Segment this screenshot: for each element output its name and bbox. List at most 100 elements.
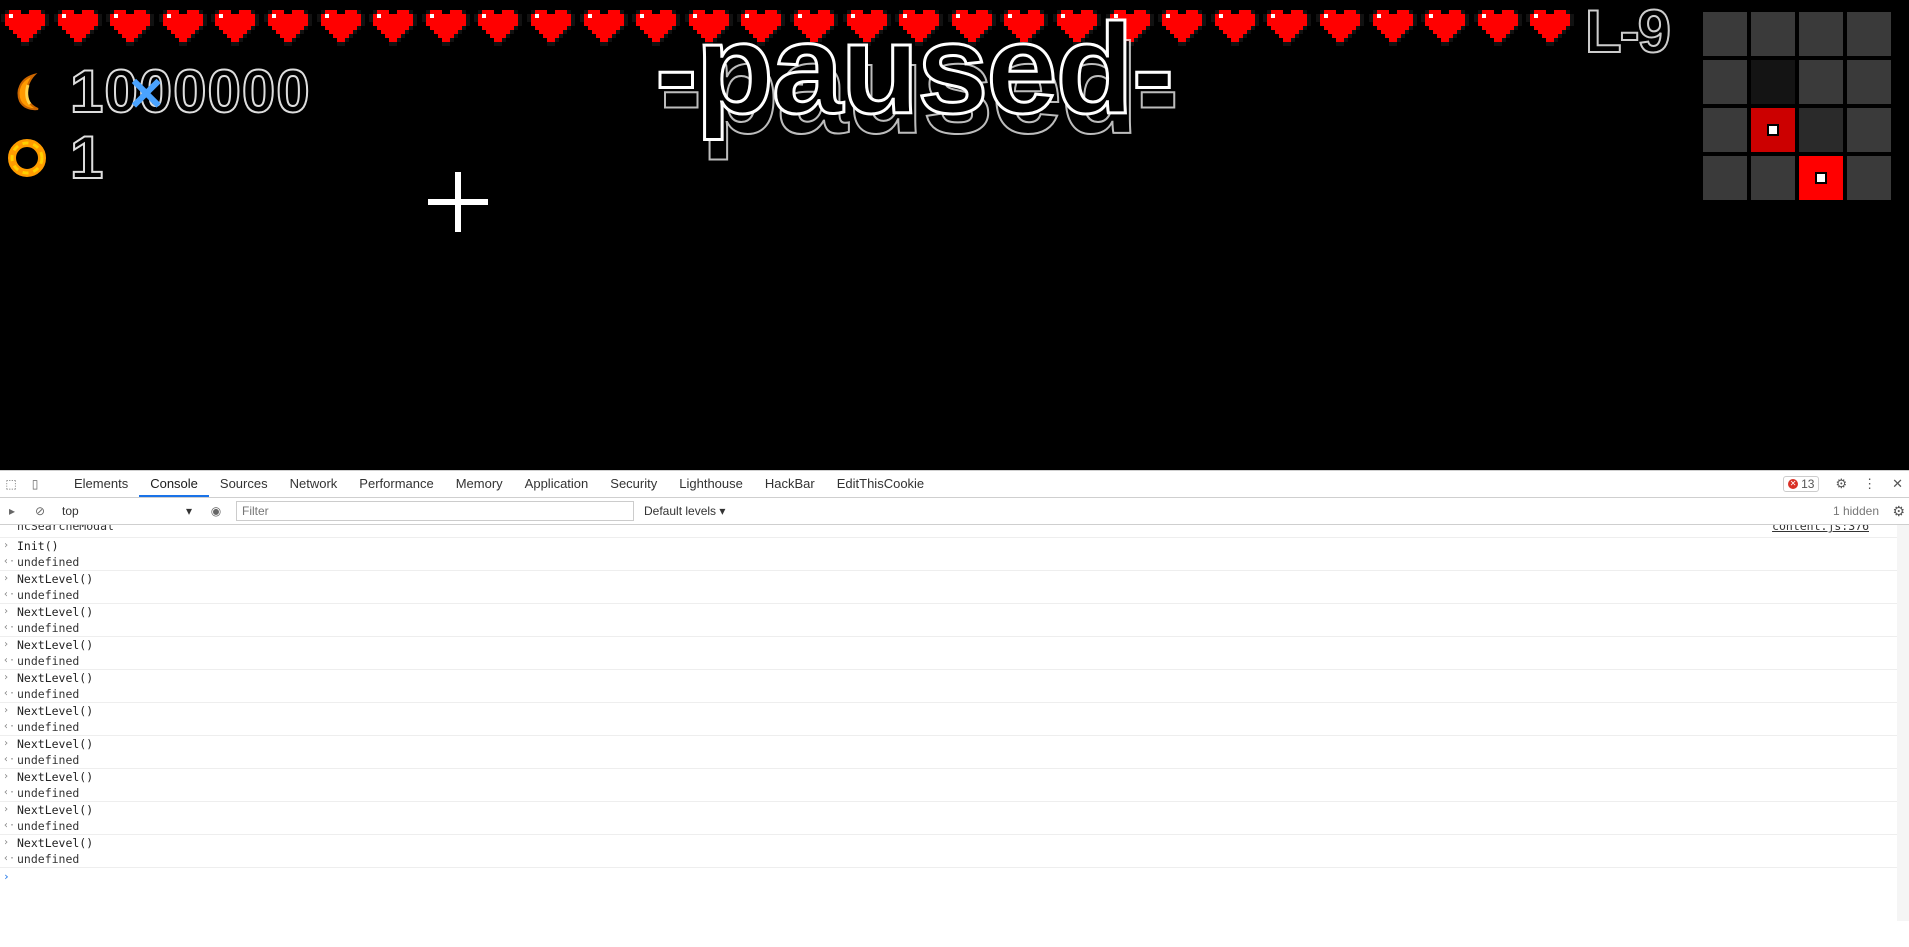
console-result-line: ‹· undefined bbox=[0, 554, 1909, 570]
minimap-room bbox=[1847, 60, 1891, 104]
room-marker-icon bbox=[1767, 124, 1779, 136]
input-caret-icon: › bbox=[3, 606, 10, 617]
minimap-room bbox=[1703, 156, 1747, 200]
minimap bbox=[1703, 12, 1891, 200]
console-entries: › Init() ‹· undefined › NextLevel() ‹· undefine… bbox=[0, 538, 1909, 868]
tab-console[interactable]: Console bbox=[139, 471, 209, 497]
console-result-text: undefined bbox=[17, 621, 80, 635]
input-caret-icon: › bbox=[3, 540, 10, 551]
source-link[interactable]: content.js:376 bbox=[1772, 525, 1869, 533]
console-input-text: NextLevel() bbox=[17, 737, 94, 751]
tab-memory[interactable]: Memory bbox=[445, 471, 514, 497]
eye-icon[interactable]: ◉ bbox=[208, 503, 224, 519]
console-input-text: NextLevel() bbox=[17, 638, 94, 652]
more-options-icon[interactable]: ⋮ bbox=[1863, 476, 1876, 492]
tab-network[interactable]: Network bbox=[279, 471, 349, 497]
minimap-room bbox=[1703, 12, 1747, 56]
tab-security[interactable]: Security bbox=[599, 471, 668, 497]
console-input-text: NextLevel() bbox=[17, 605, 94, 619]
console-entry: › NextLevel() ‹· undefined bbox=[0, 670, 1909, 703]
console-input-line: › NextLevel() bbox=[0, 736, 1909, 752]
tab-performance[interactable]: Performance bbox=[348, 471, 444, 497]
console-entry: › NextLevel() ‹· undefined bbox=[0, 736, 1909, 769]
minimap-room bbox=[1799, 156, 1843, 200]
console-result-line: ‹· undefined bbox=[0, 752, 1909, 768]
console-output: ncSearcheModal content.js:376 › Init() ‹· u… bbox=[0, 525, 1909, 921]
pixel-heart-icon bbox=[106, 5, 155, 47]
hidden-count: 1 hidden bbox=[1832, 504, 1879, 518]
console-result-line: ‹· undefined bbox=[0, 851, 1909, 867]
console-input-text: Init() bbox=[17, 539, 59, 553]
result-arrow-icon: ‹· bbox=[3, 622, 16, 633]
error-icon: ✕ bbox=[1788, 479, 1799, 489]
minimap-room bbox=[1847, 108, 1891, 152]
console-input-line: › Init() bbox=[0, 538, 1909, 554]
tab-sources[interactable]: Sources bbox=[209, 471, 279, 497]
console-toolbar: ▸ ⊘ top ▾ ◉ Default levels ▾ 1 hidden ⚙ bbox=[0, 498, 1909, 525]
console-input-line: › NextLevel() bbox=[0, 670, 1909, 686]
sidebar-toggle-icon[interactable]: ▸ bbox=[4, 503, 20, 519]
result-arrow-icon: ‹· bbox=[3, 556, 16, 567]
dropdown-arrow-icon: ▾ bbox=[185, 504, 192, 518]
minimap-room bbox=[1751, 60, 1795, 104]
pixel-heart-icon bbox=[1316, 5, 1364, 47]
pixel-heart-icon bbox=[1421, 5, 1470, 47]
pixel-heart-icon bbox=[1526, 5, 1575, 47]
pixel-heart-icon bbox=[421, 5, 470, 47]
console-input-text: NextLevel() bbox=[17, 671, 94, 685]
console-result-text: undefined bbox=[17, 555, 80, 569]
console-result-text: undefined bbox=[17, 588, 80, 602]
devtools-panel: ⬚ ▯ Elements Console Sources Network Perform… bbox=[0, 470, 1909, 947]
minimap-room bbox=[1703, 108, 1747, 152]
minimap-room bbox=[1799, 108, 1843, 152]
tab-application[interactable]: Application bbox=[514, 471, 600, 497]
tab-lighthouse[interactable]: Lighthouse bbox=[668, 471, 754, 497]
pixel-heart-icon bbox=[579, 5, 628, 47]
tab-hackbar[interactable]: HackBar bbox=[754, 471, 826, 497]
console-prompt[interactable]: › bbox=[0, 868, 1909, 886]
console-result-line: ‹· undefined bbox=[0, 785, 1909, 801]
console-scrollbar[interactable] bbox=[1897, 525, 1909, 921]
console-input-line: › NextLevel() bbox=[0, 637, 1909, 653]
console-result-text: undefined bbox=[17, 819, 80, 833]
settings-gear-icon[interactable]: ⚙ bbox=[1835, 476, 1847, 492]
console-result-line: ‹· undefined bbox=[0, 818, 1909, 834]
device-toolbar-icon[interactable]: ▯ bbox=[27, 476, 43, 492]
minimap-room bbox=[1751, 156, 1795, 200]
console-entry: › NextLevel() ‹· undefined bbox=[0, 703, 1909, 736]
pixel-heart-icon bbox=[211, 5, 260, 47]
console-input-line: › NextLevel() bbox=[0, 571, 1909, 587]
filter-input[interactable] bbox=[236, 501, 634, 521]
console-input-text: NextLevel() bbox=[17, 572, 94, 586]
tab-editthiscookie[interactable]: EditThisCookie bbox=[826, 471, 935, 497]
console-entry: › NextLevel() ‹· undefined bbox=[0, 802, 1909, 835]
minimap-room bbox=[1799, 60, 1843, 104]
crescent-moon-icon bbox=[17, 72, 39, 111]
console-result-text: undefined bbox=[17, 852, 80, 866]
pixel-heart-icon bbox=[1, 5, 49, 47]
result-arrow-icon: ‹· bbox=[3, 655, 16, 666]
game-canvas[interactable]: -paused- -paused- L-9 1000000 ✕ 1 bbox=[0, 0, 1909, 470]
devtools-right-controls: ✕ 13 ⚙ ⋮ ✕ bbox=[1783, 471, 1903, 497]
context-select[interactable]: top ▾ bbox=[62, 504, 192, 518]
console-settings-gear-icon[interactable]: ⚙ bbox=[1892, 503, 1905, 520]
inspect-element-icon[interactable]: ⬚ bbox=[3, 476, 19, 492]
score-value: 1000000 bbox=[69, 58, 311, 125]
level-label: L-9 bbox=[1584, 0, 1672, 65]
levels-dropdown[interactable]: Default levels ▾ bbox=[644, 504, 725, 518]
minimap-room bbox=[1751, 108, 1795, 152]
clear-console-icon[interactable]: ⊘ bbox=[32, 503, 48, 519]
minimap-room bbox=[1847, 12, 1891, 56]
pixel-heart-icon bbox=[1263, 5, 1312, 47]
console-result-text: undefined bbox=[17, 753, 80, 767]
tab-elements[interactable]: Elements bbox=[63, 471, 139, 497]
close-devtools-icon[interactable]: ✕ bbox=[1892, 476, 1903, 492]
console-entry: › NextLevel() ‹· undefined bbox=[0, 571, 1909, 604]
pixel-heart-icon bbox=[1210, 5, 1259, 47]
console-input-text: NextLevel() bbox=[17, 836, 94, 850]
context-value: top bbox=[62, 504, 79, 518]
console-input-text: NextLevel() bbox=[17, 803, 94, 817]
x-marker-icon: ✕ bbox=[127, 68, 166, 120]
error-count-badge[interactable]: ✕ 13 bbox=[1783, 476, 1820, 492]
result-arrow-icon: ‹· bbox=[3, 688, 16, 699]
